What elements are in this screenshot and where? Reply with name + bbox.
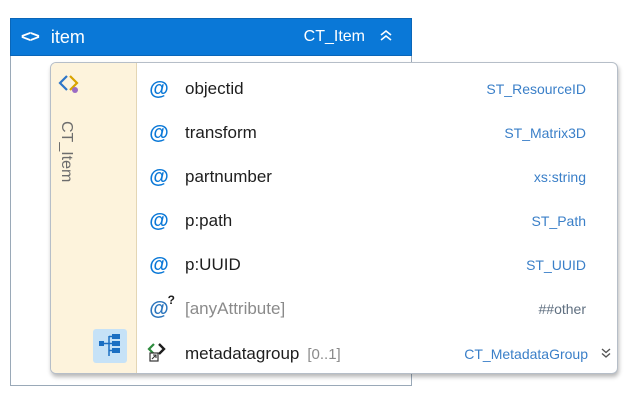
attribute-row[interactable]: @ partnumber xs:string xyxy=(146,162,586,192)
attribute-type: ST_Matrix3D xyxy=(504,125,586,141)
any-attribute-icon: @? xyxy=(149,292,175,320)
attribute-name: partnumber xyxy=(185,167,272,186)
any-attribute-name: [anyAttribute] xyxy=(185,299,286,318)
attribute-name: transform xyxy=(185,123,257,142)
attribute-icon: @ xyxy=(149,209,169,232)
element-header[interactable]: <> item CT_Item xyxy=(10,18,412,56)
attribute-row[interactable]: @ transform ST_Matrix3D xyxy=(146,118,586,148)
collapse-icon[interactable] xyxy=(379,28,393,46)
attribute-type: ST_UUID xyxy=(526,257,586,273)
attribute-name: objectid xyxy=(185,79,244,98)
complex-type-card: CT_Item @ objectid ST_ResourceID @ trans… xyxy=(50,62,618,374)
complex-type-icon xyxy=(57,73,81,95)
attribute-row[interactable]: @ p:UUID ST_UUID xyxy=(146,250,586,280)
attribute-name: p:UUID xyxy=(185,255,241,274)
child-element-name: metadatagroup xyxy=(185,344,300,363)
any-attribute-row[interactable]: @? [anyAttribute] ##other xyxy=(146,292,586,324)
child-element-type: CT_MetadataGroup xyxy=(464,346,588,362)
attribute-icon: @ xyxy=(149,253,169,276)
attribute-name: p:path xyxy=(185,211,233,230)
attribute-type: ST_ResourceID xyxy=(486,81,586,97)
element-icon: <> xyxy=(21,27,40,46)
sequence-icon[interactable] xyxy=(93,329,127,363)
expand-icon[interactable] xyxy=(600,347,614,362)
attribute-type: xs:string xyxy=(533,169,586,185)
element-reference-icon xyxy=(146,340,172,368)
attribute-row[interactable]: @ p:path ST_Path xyxy=(146,206,586,236)
attribute-icon: @ xyxy=(149,165,169,188)
child-element-row[interactable]: metadatagroup [0..1] CT_MetadataGroup xyxy=(146,339,614,369)
element-type: CT_Item xyxy=(303,28,365,45)
attribute-row[interactable]: @ objectid ST_ResourceID xyxy=(146,74,586,104)
attribute-icon: @ xyxy=(149,77,169,100)
complex-type-label: CT_Item xyxy=(58,121,75,183)
attribute-icon: @ xyxy=(149,121,169,144)
child-element-occurs: [0..1] xyxy=(307,345,341,363)
complex-type-sidebar: CT_Item xyxy=(51,63,137,373)
element-name: item xyxy=(50,26,85,47)
any-attribute-namespace: ##other xyxy=(538,301,586,317)
attribute-type: ST_Path xyxy=(531,213,586,229)
